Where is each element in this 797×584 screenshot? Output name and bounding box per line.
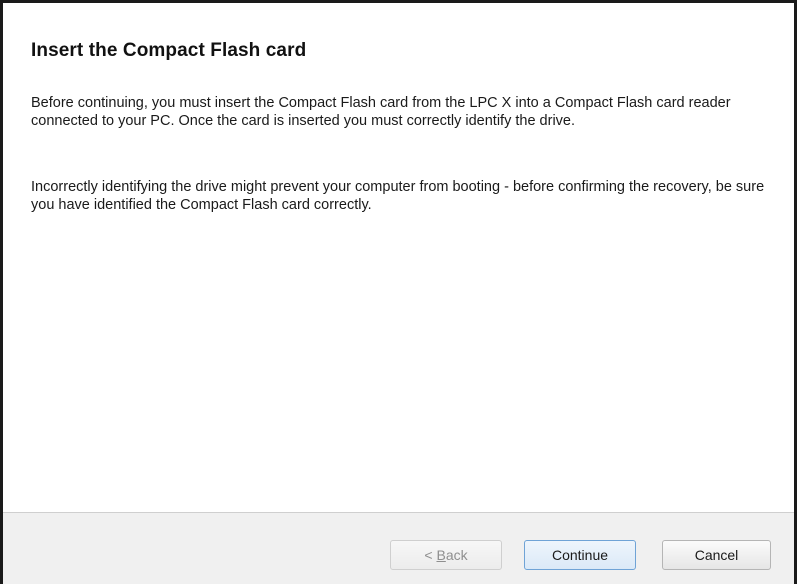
wizard-dialog: Insert the Compact Flash card Before con…: [0, 0, 797, 584]
back-button-mnemonic: B: [436, 547, 446, 563]
cancel-button[interactable]: Cancel: [662, 540, 771, 570]
wizard-content-panel: Insert the Compact Flash card Before con…: [3, 3, 794, 512]
back-button-prefix: <: [424, 547, 437, 563]
continue-button[interactable]: Continue: [524, 540, 636, 570]
page-title: Insert the Compact Flash card: [31, 40, 307, 61]
back-button-rest: ack: [445, 547, 468, 563]
instruction-paragraph: Before continuing, you must insert the C…: [31, 95, 731, 129]
warning-paragraph: Incorrectly identifying the drive might …: [31, 179, 765, 213]
back-button[interactable]: < Back: [390, 540, 502, 570]
button-bar: < Back Continue Cancel: [3, 512, 794, 584]
